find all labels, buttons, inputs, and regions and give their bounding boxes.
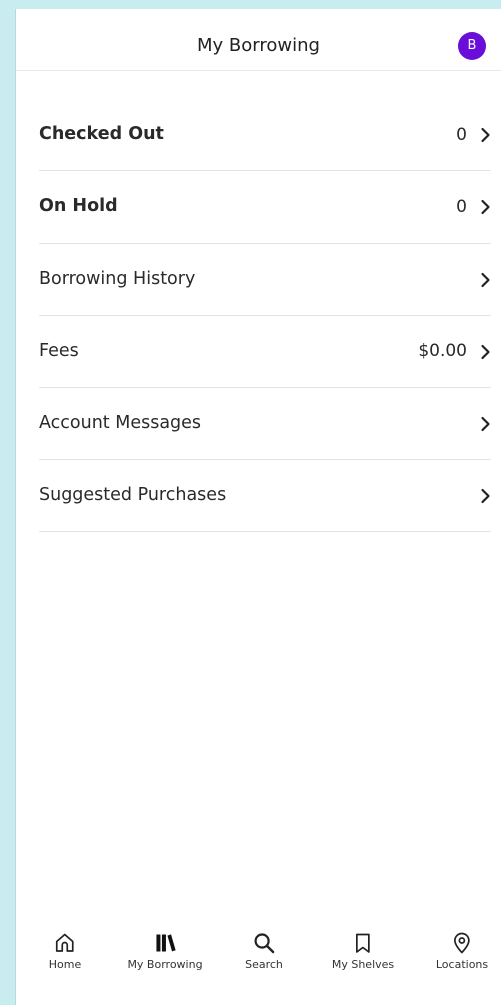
fees-amount: $0.00 (418, 341, 467, 361)
chevron-right-icon (481, 199, 490, 215)
tab-home-label: Home (48, 958, 82, 971)
chevron-right-icon (481, 416, 490, 431)
tab-locations[interactable]: Locations (436, 931, 488, 971)
borrowing-history-label: Borrowing History (39, 268, 196, 289)
suggested-purchases-row[interactable]: Suggested Purchases (39, 460, 491, 532)
checked-out-count: 0 (456, 124, 467, 145)
borrowing-menu-list: Checked Out 0 On Hold 0 Borrowing Histor… (39, 100, 491, 532)
account-messages-label: Account Messages (39, 412, 202, 433)
account-messages-row[interactable]: Account Messages (39, 388, 491, 460)
chevron-right-icon (481, 488, 490, 503)
fees-row[interactable]: Fees $0.00 (39, 316, 491, 388)
on-hold-count: 0 (456, 196, 467, 217)
on-hold-label: On Hold (39, 196, 118, 217)
fees-label: Fees (39, 340, 79, 361)
chevron-right-icon (481, 127, 490, 143)
on-hold-row[interactable]: On Hold 0 (39, 171, 491, 244)
suggested-purchases-label: Suggested Purchases (39, 484, 227, 505)
borrowing-history-row[interactable]: Borrowing History (39, 244, 491, 316)
avatar[interactable]: B (458, 32, 486, 60)
tab-my-shelves[interactable]: My Shelves (332, 931, 394, 971)
bottom-tab-bar: Home My Borrowing Search My Shelves Loca… (16, 919, 501, 1005)
location-pin-icon (454, 932, 470, 954)
tab-locations-label: Locations (435, 958, 489, 971)
tab-search-label: Search (245, 958, 283, 971)
bookmark-icon (356, 933, 370, 953)
tab-home[interactable]: Home (49, 931, 81, 971)
search-icon (254, 933, 275, 954)
tab-my-borrowing-label: My Borrowing (127, 958, 203, 971)
top-bar: My Borrowing B (16, 9, 501, 71)
chevron-right-icon (481, 272, 490, 287)
tab-my-borrowing[interactable]: My Borrowing (127, 931, 203, 971)
tab-my-shelves-label: My Shelves (331, 958, 395, 971)
chevron-right-icon (481, 344, 490, 359)
app-screen: My Borrowing B Checked Out 0 On Hold 0 B… (16, 9, 501, 1005)
books-icon (156, 934, 176, 952)
tab-search[interactable]: Search (245, 931, 283, 971)
home-icon (56, 933, 74, 952)
checked-out-row[interactable]: Checked Out 0 (39, 100, 491, 171)
checked-out-label: Checked Out (39, 124, 164, 145)
page-title: My Borrowing (197, 35, 320, 56)
